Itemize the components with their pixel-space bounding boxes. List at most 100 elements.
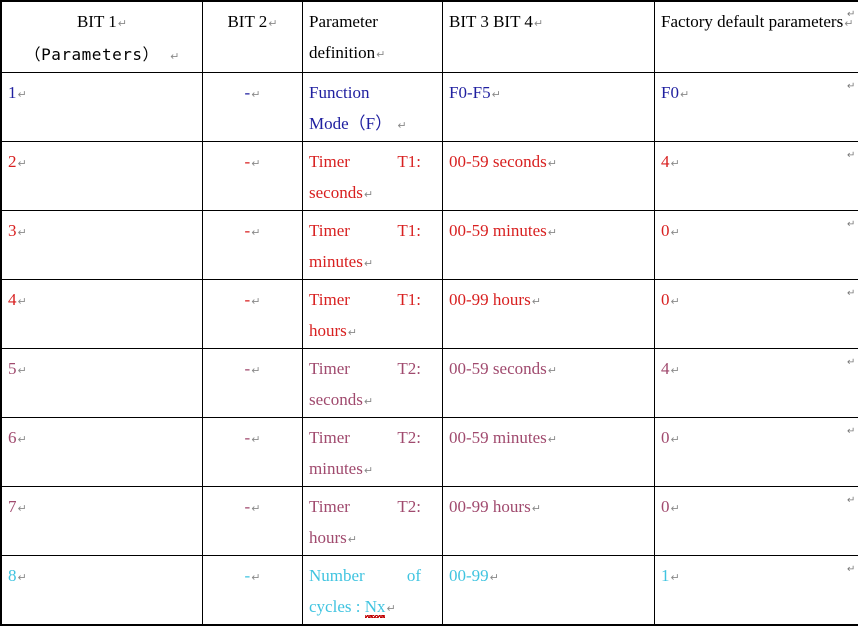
pilcrow-icon: ↵: [117, 17, 127, 30]
cell-bit2: -↵: [203, 73, 303, 142]
document-page: BIT 1↵ （Parameters） ↵ BIT 2↵ Parameter d…: [0, 0, 858, 577]
factory-default-value: 4: [661, 152, 670, 171]
header-paramdef-line1: Parameter: [309, 6, 436, 37]
table-row: 2↵ -↵ Timer T1: seconds↵ 00-59 seconds↵ …: [1, 142, 858, 211]
cell-bit3-bit4: 00-59 minutes↵: [443, 418, 655, 487]
factory-default-value: F0: [661, 83, 679, 102]
pilcrow-icon: ↵: [489, 571, 499, 584]
pilcrow-icon: ↵: [363, 257, 373, 270]
cell-bit3-bit4: 00-99 hours↵: [443, 487, 655, 556]
pilcrow-icon: ↵: [531, 502, 541, 515]
table-body: BIT 1↵ （Parameters） ↵ BIT 2↵ Parameter d…: [1, 1, 858, 625]
pilcrow-icon: ↵: [347, 533, 357, 546]
pilcrow-icon: ↵: [169, 50, 179, 63]
pilcrow-icon: ↵: [267, 17, 277, 30]
cell-factory-default: 1↵: [655, 556, 858, 626]
definition-line2: hours: [309, 528, 347, 547]
pilcrow-icon: ↵: [250, 571, 260, 584]
cell-factory-default: F0↵: [655, 73, 858, 142]
header-bit2-text: BIT 2: [227, 12, 267, 31]
header-paramdef-line2: definition↵: [309, 37, 436, 70]
cell-bit2: -↵: [203, 142, 303, 211]
row-end-mark-icon: ↵: [847, 150, 855, 161]
table-row: 8↵ -↵ Number of cycles : Nx↵ 00-99↵ 1↵: [1, 556, 858, 626]
cell-bit2: -↵: [203, 280, 303, 349]
cell-bit1: 6↵: [1, 418, 203, 487]
bit34-value: 00-99: [449, 566, 489, 585]
pilcrow-icon: ↵: [250, 433, 260, 446]
cell-bit2: -↵: [203, 418, 303, 487]
definition-line2-wrap: seconds↵: [309, 384, 436, 417]
bit1-value: 7: [8, 497, 17, 516]
definition-line2: Mode（F）: [309, 114, 392, 133]
pilcrow-icon: ↵: [17, 88, 27, 101]
header-cell-bit2: BIT 2↵: [203, 1, 303, 73]
pilcrow-icon: ↵: [533, 17, 543, 30]
header-paramdef-text1: Parameter: [309, 12, 378, 31]
pilcrow-icon: ↵: [250, 295, 260, 308]
pilcrow-icon: ↵: [375, 48, 385, 61]
bit34-value: 00-99 hours: [449, 497, 531, 516]
pilcrow-icon: ↵: [17, 364, 27, 377]
cell-bit1: 2↵: [1, 142, 203, 211]
header-bit34-line1: BIT 3 BIT 4↵: [449, 6, 648, 39]
cell-parameter-definition: Timer T1: minutes↵: [303, 211, 443, 280]
definition-line1: Timer T1:: [309, 284, 421, 315]
cell-parameter-definition: Timer T1: seconds↵: [303, 142, 443, 211]
definition-line2: minutes: [309, 459, 363, 478]
definition-line2-wrap: cycles : Nx↵: [309, 591, 436, 624]
cell-parameter-definition: Number of cycles : Nx↵: [303, 556, 443, 626]
pilcrow-icon: ↵: [670, 502, 680, 515]
pilcrow-icon: ↵: [670, 433, 680, 446]
pilcrow-icon: ↵: [491, 88, 501, 101]
cell-bit3-bit4: 00-99↵: [443, 556, 655, 626]
bit34-value: F0-F5: [449, 83, 491, 102]
definition-line2: seconds: [309, 183, 363, 202]
header-bit1-line1: BIT 1↵: [8, 6, 196, 39]
factory-default-value: 0: [661, 290, 670, 309]
row-end-mark-icon: ↵: [847, 426, 855, 437]
cell-factory-default: 0↵: [655, 211, 858, 280]
cell-bit1: 3↵: [1, 211, 203, 280]
pilcrow-icon: ↵: [547, 157, 557, 170]
bit1-value: 6: [8, 428, 17, 447]
pilcrow-icon: ↵: [17, 502, 27, 515]
cell-bit2: -↵: [203, 556, 303, 626]
pilcrow-icon: ↵: [670, 157, 680, 170]
pilcrow-icon: ↵: [670, 364, 680, 377]
table-row: 1↵ -↵ Function Mode（F） ↵ F0-F5↵ F0↵: [1, 73, 858, 142]
header-cell-bit3-bit4: BIT 3 BIT 4↵: [443, 1, 655, 73]
cell-parameter-definition: Function Mode（F） ↵: [303, 73, 443, 142]
bit1-value: 8: [8, 566, 17, 585]
table-row: 3↵ -↵ Timer T1: minutes↵ 00-59 minutes↵ …: [1, 211, 858, 280]
cell-parameter-definition: Timer T2: hours↵: [303, 487, 443, 556]
pilcrow-icon: ↵: [250, 364, 260, 377]
cell-factory-default: 0↵: [655, 487, 858, 556]
pilcrow-icon: ↵: [363, 464, 373, 477]
cell-bit3-bit4: 00-59 minutes↵: [443, 211, 655, 280]
table-header-row: BIT 1↵ （Parameters） ↵ BIT 2↵ Parameter d…: [1, 1, 858, 73]
factory-default-value: 4: [661, 359, 670, 378]
pilcrow-icon: ↵: [547, 364, 557, 377]
cell-bit1: 4↵: [1, 280, 203, 349]
header-bit34-text: BIT 3 BIT 4: [449, 12, 533, 31]
definition-line2: hours: [309, 321, 347, 340]
definition-misspelled-word: Nx: [365, 597, 386, 617]
header-cell-parameter-definition: Parameter definition↵: [303, 1, 443, 73]
cell-bit3-bit4: 00-99 hours↵: [443, 280, 655, 349]
header-cell-factory-default: Factory default parameters↵: [655, 1, 858, 73]
cell-bit3-bit4: 00-59 seconds↵: [443, 349, 655, 418]
header-paramdef-text2: definition: [309, 43, 375, 62]
definition-line2-wrap: minutes↵: [309, 246, 436, 279]
pilcrow-icon: ↵: [547, 433, 557, 446]
definition-line2-wrap: hours↵: [309, 522, 436, 555]
header-bit1-line2: （Parameters） ↵: [8, 39, 196, 72]
bit34-value: 00-99 hours: [449, 290, 531, 309]
pilcrow-icon: ↵: [670, 226, 680, 239]
bit34-value: 00-59 seconds: [449, 359, 547, 378]
cell-bit1: 1↵: [1, 73, 203, 142]
parameter-table: BIT 1↵ （Parameters） ↵ BIT 2↵ Parameter d…: [0, 0, 858, 626]
table-row: 7↵ -↵ Timer T2: hours↵ 00-99 hours↵ 0↵: [1, 487, 858, 556]
factory-default-value: 1: [661, 566, 670, 585]
row-end-marks-column: ↵↵↵↵↵↵↵↵↵: [843, 0, 858, 577]
